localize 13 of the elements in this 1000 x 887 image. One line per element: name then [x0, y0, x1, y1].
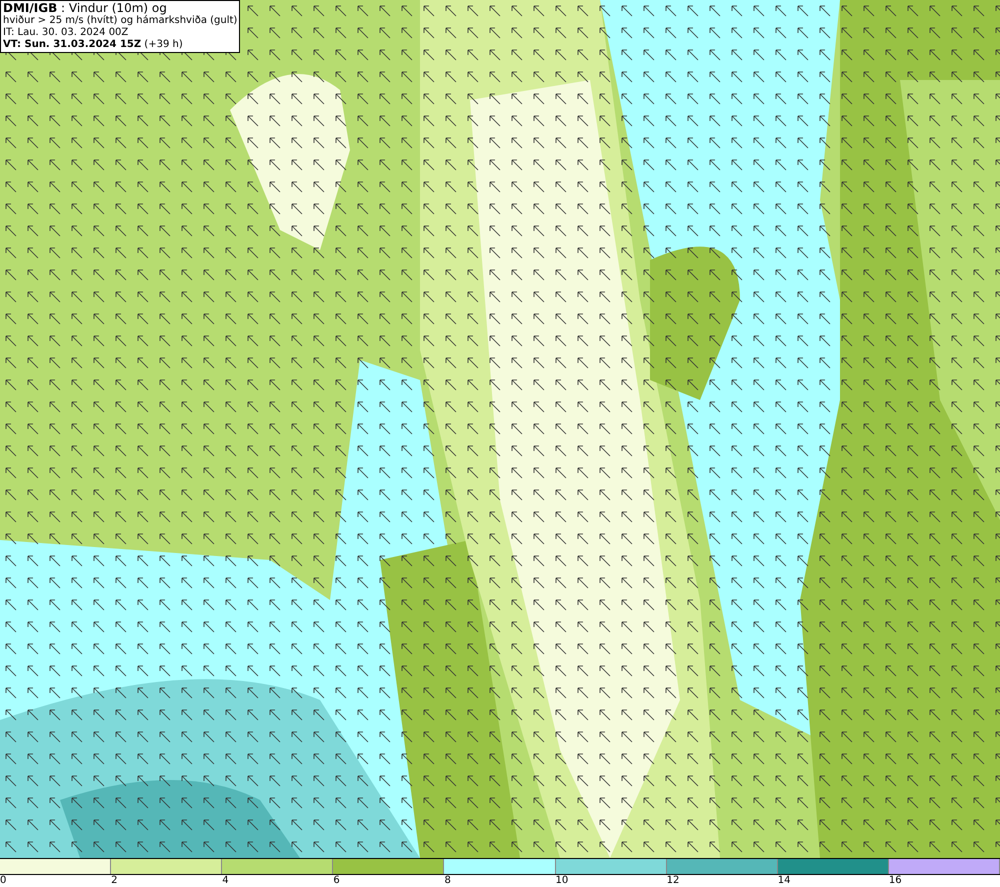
- legend-label: 4: [222, 875, 229, 887]
- title-line: IT: Lau. 30. 03. 2024 00Z: [3, 27, 130, 39]
- legend-label: 16: [888, 875, 902, 887]
- legend-label: 2: [111, 875, 118, 887]
- title-line: VT: Sun. 31.03.2024 15Z (+39 h): [3, 39, 184, 51]
- legend-label: 12: [666, 875, 680, 887]
- legend-label: 8: [444, 875, 451, 887]
- title-line: hviður > 25 m/s (hvítt) og hámarkshviða (gult): [3, 15, 238, 27]
- title-line: DMI/IGB : Vindur (10m) og: [3, 2, 168, 15]
- legend-label: 14: [778, 875, 790, 887]
- legend-label: 6: [333, 875, 340, 887]
- legend-label: 10: [556, 875, 568, 887]
- legend-label: 0: [0, 875, 6, 887]
